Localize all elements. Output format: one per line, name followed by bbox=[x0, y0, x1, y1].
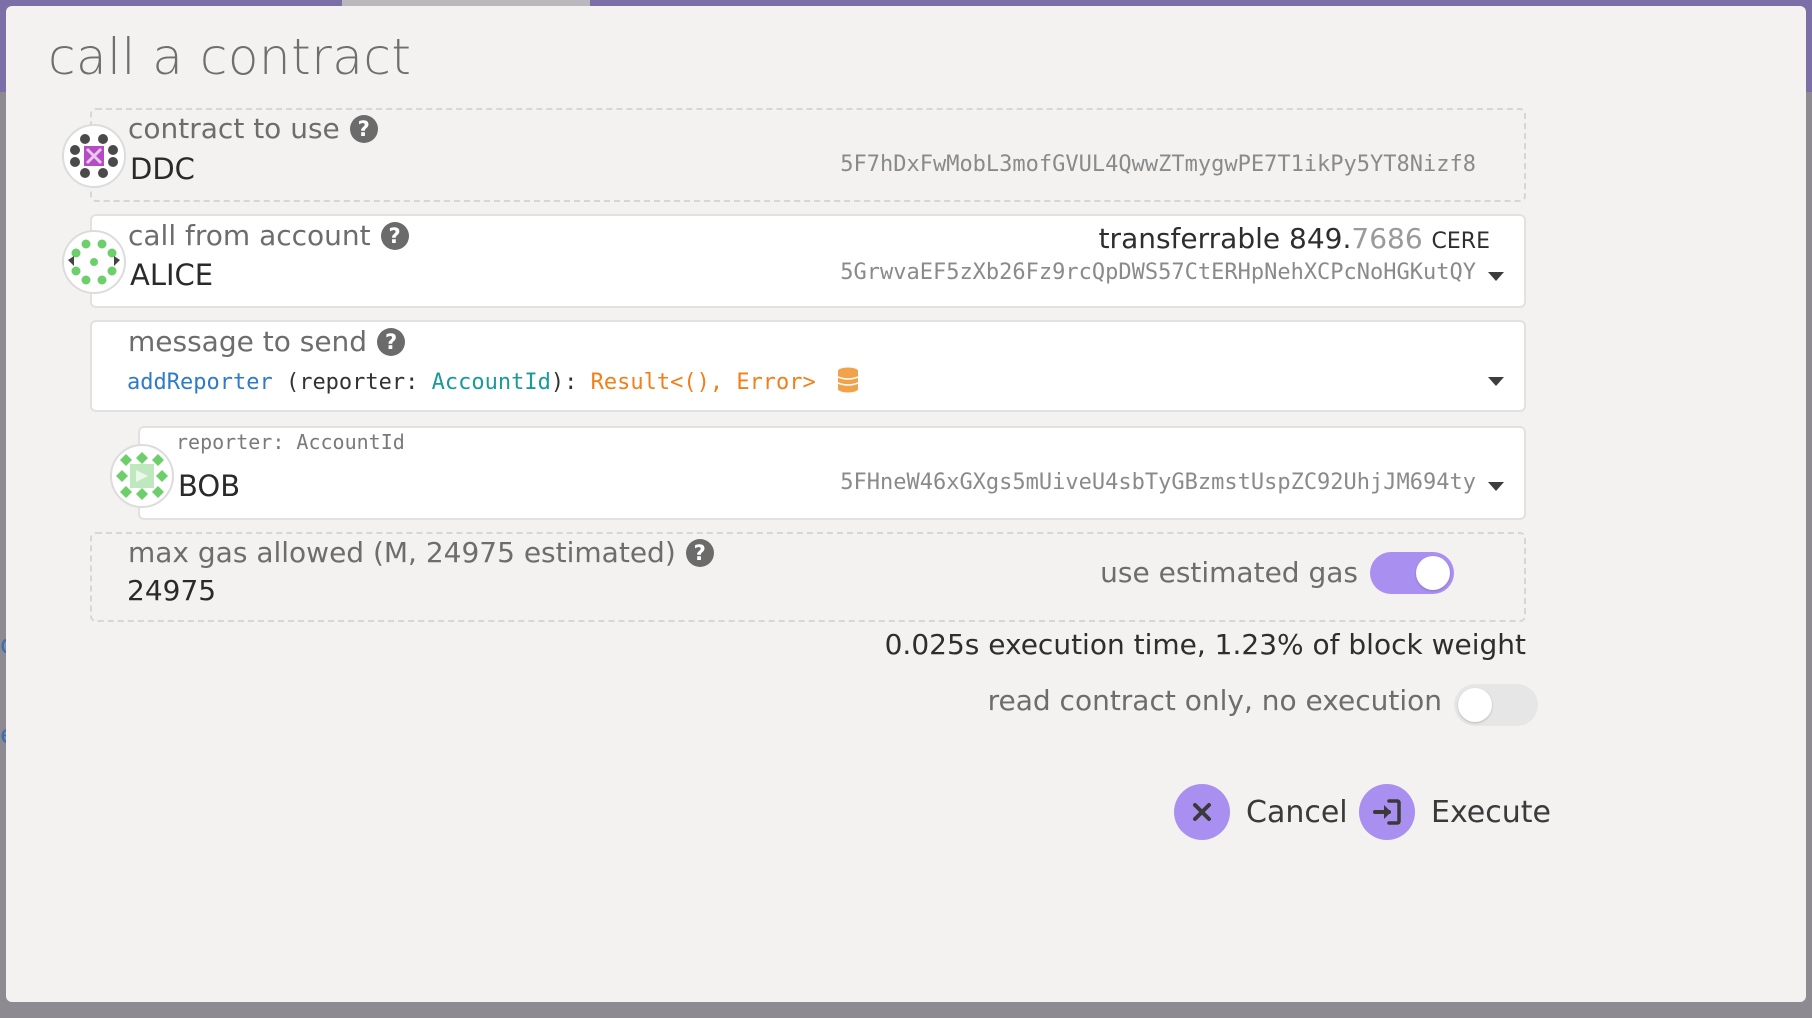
account-balance: transferrable 849.7686 CERE bbox=[1099, 222, 1490, 255]
modal-title: call a contract bbox=[48, 28, 412, 86]
reporter-label: reporter: AccountId bbox=[176, 430, 405, 454]
method-name: addReporter bbox=[127, 370, 273, 395]
sign-in-icon bbox=[1359, 784, 1415, 840]
account-label: call from account ? bbox=[128, 219, 409, 252]
chevron-down-icon[interactable] bbox=[1488, 482, 1504, 491]
account-address: 5GrwvaEF5zXb26Fz9rcQpDWS57CtERHpNehXCPcN… bbox=[840, 260, 1476, 285]
balance-label: transferrable bbox=[1098, 222, 1281, 255]
help-icon[interactable]: ? bbox=[380, 221, 409, 250]
execute-label: Execute bbox=[1431, 794, 1551, 830]
read-only-label: read contract only, no execution bbox=[987, 684, 1442, 717]
balance-unit: CERE bbox=[1431, 229, 1490, 254]
chevron-down-icon[interactable] bbox=[1488, 377, 1504, 386]
message-label: message to send ? bbox=[128, 325, 406, 358]
balance-integer: 849. bbox=[1289, 222, 1352, 255]
return-type: Result<(), Error> bbox=[590, 370, 816, 395]
message-signature: addReporter (reporter: AccountId): Resul… bbox=[127, 367, 859, 399]
execution-info: 0.025s execution time, 1.23% of block we… bbox=[884, 628, 1526, 661]
help-icon[interactable]: ? bbox=[349, 114, 378, 143]
help-icon[interactable]: ? bbox=[377, 327, 406, 356]
account-avatar bbox=[62, 230, 126, 294]
param-close: ): bbox=[550, 370, 591, 395]
message-label-text: message to send bbox=[128, 325, 368, 358]
close-icon bbox=[1174, 784, 1230, 840]
gas-label-text: max gas allowed (M, 24975 estimated) bbox=[128, 536, 676, 569]
account-name: ALICE bbox=[130, 258, 214, 292]
contract-name[interactable]: DDC bbox=[130, 152, 195, 186]
cancel-label: Cancel bbox=[1246, 794, 1348, 830]
balance-fraction: 7686 bbox=[1351, 222, 1423, 255]
chevron-down-icon[interactable] bbox=[1488, 272, 1504, 281]
help-icon[interactable]: ? bbox=[685, 538, 714, 567]
param-type: AccountId bbox=[431, 370, 551, 395]
contract-address: 5F7hDxFwMobL3mofGVUL4QwwZTmygwPE7T1ikPy5… bbox=[840, 152, 1476, 177]
gas-input[interactable]: 24975 bbox=[127, 574, 216, 607]
gas-label: max gas allowed (M, 24975 estimated) ? bbox=[128, 536, 714, 569]
database-icon bbox=[837, 367, 859, 399]
contract-avatar bbox=[62, 124, 126, 188]
use-estimated-gas-toggle[interactable] bbox=[1370, 552, 1454, 594]
cancel-button[interactable]: Cancel bbox=[1174, 784, 1348, 840]
toggle-knob bbox=[1458, 688, 1492, 722]
execute-button[interactable]: Execute bbox=[1359, 784, 1551, 840]
reporter-avatar bbox=[110, 444, 174, 508]
reporter-address: 5FHneW46xGXgs5mUiveU4sbTyGBzmstUspZC92Uh… bbox=[840, 470, 1476, 495]
param-open: (reporter: bbox=[272, 370, 432, 395]
call-contract-modal: call a contract contract to use ? DDC 5F… bbox=[6, 6, 1806, 1002]
contract-label-text: contract to use bbox=[128, 112, 340, 145]
reporter-name: BOB bbox=[178, 469, 241, 503]
read-only-toggle[interactable] bbox=[1454, 684, 1538, 726]
toggle-knob bbox=[1416, 556, 1450, 590]
use-estimated-gas-label: use estimated gas bbox=[1100, 556, 1358, 589]
contract-label: contract to use ? bbox=[128, 112, 378, 145]
account-label-text: call from account bbox=[128, 219, 371, 252]
